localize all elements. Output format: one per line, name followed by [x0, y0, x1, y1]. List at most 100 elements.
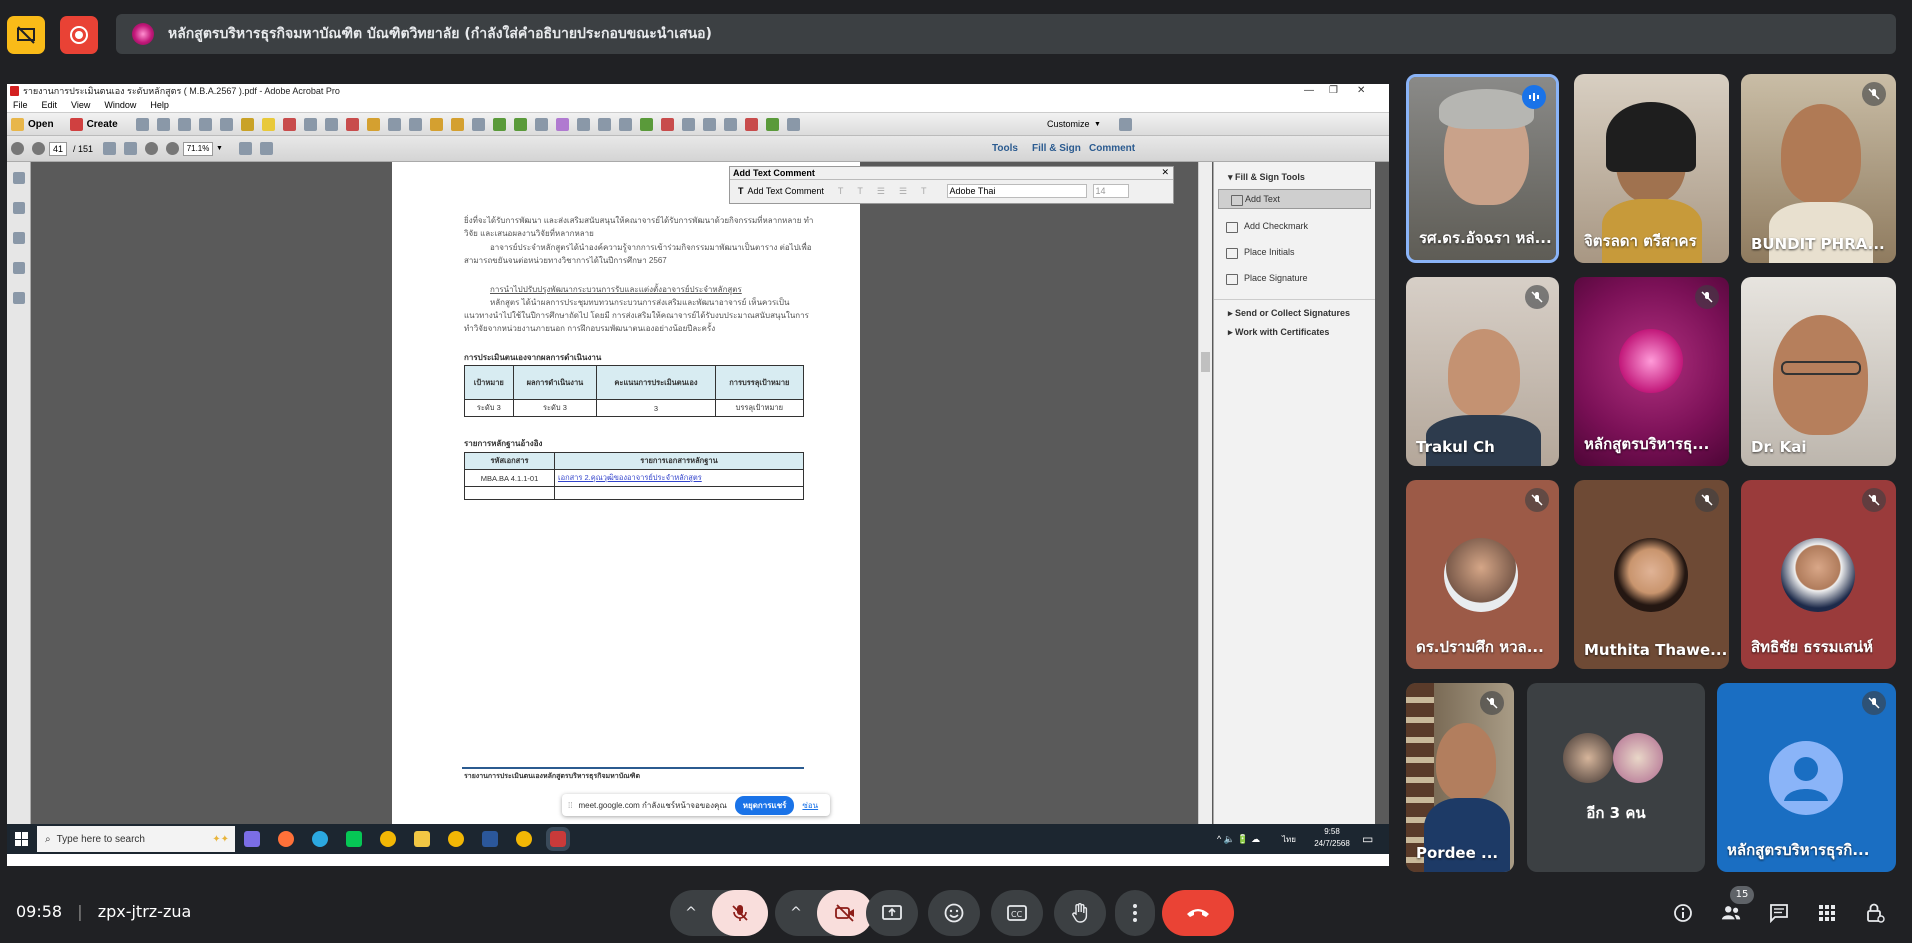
menu-view[interactable]: View	[71, 98, 90, 112]
cloud-icon[interactable]	[156, 117, 170, 131]
participant-tile[interactable]: รศ.ดร.อัจฉรา หล่...	[1406, 74, 1559, 263]
link-icon[interactable]	[660, 117, 674, 131]
fill-sign-tools-header[interactable]: ▾ Fill & Sign Tools	[1214, 162, 1375, 189]
paperclip-icon[interactable]	[723, 117, 737, 131]
windows-start-icon[interactable]	[15, 832, 29, 846]
expand-icon[interactable]	[1119, 117, 1132, 131]
layout-icon[interactable]	[597, 117, 611, 131]
host-controls-icon[interactable]	[1864, 902, 1886, 924]
tab-fill-sign[interactable]: Fill & Sign	[1032, 143, 1081, 154]
participant-tile[interactable]: BUNDIT PHRA...	[1741, 74, 1896, 263]
line-spacing-icon[interactable]: ☰	[877, 186, 885, 197]
participant-tile[interactable]: หลักสูตรบริหารธุ...	[1574, 277, 1729, 466]
protect-icon[interactable]	[744, 117, 758, 131]
convert-icon[interactable]	[492, 117, 506, 131]
open-button[interactable]: Open	[28, 119, 54, 130]
drag-handle-icon[interactable]: ⁞⁞	[568, 801, 572, 810]
split-icon[interactable]	[471, 117, 485, 131]
present-screen-button[interactable]	[866, 890, 918, 936]
arrow-down-icon[interactable]	[32, 142, 45, 155]
page-icon[interactable]	[303, 117, 317, 131]
participant-tile[interactable]: Muthita Thawe...	[1574, 480, 1729, 669]
participant-tile[interactable]: ดร.ปรามศึก หวล...	[1406, 480, 1559, 669]
captions-button[interactable]: CC	[991, 890, 1043, 936]
add-checkmark-tool[interactable]: Add Checkmark	[1214, 217, 1375, 235]
tab-comment[interactable]: Comment	[1089, 143, 1135, 154]
raise-hand-button[interactable]	[1054, 890, 1106, 936]
file-explorer-icon[interactable]	[414, 831, 430, 847]
taskbar-search-box[interactable]: ⌕ Type here to search ✦✦	[37, 826, 235, 852]
text-icon[interactable]	[618, 117, 632, 131]
bookmark-icon[interactable]	[702, 117, 716, 131]
work-with-certificates[interactable]: ▸ Work with Certificates	[1214, 323, 1375, 342]
edit-icon[interactable]	[198, 117, 212, 131]
recording-indicator-button[interactable]	[60, 16, 98, 54]
chat-icon[interactable]	[1768, 902, 1790, 924]
more-participants-tile[interactable]: อีก 3 คน	[1527, 683, 1705, 872]
mic-toggle-button[interactable]	[712, 890, 768, 936]
camera-options-chevron-icon[interactable]: ^	[775, 905, 817, 921]
redact-icon[interactable]	[345, 117, 359, 131]
form-icon[interactable]	[534, 117, 548, 131]
paragraph-spacing-icon[interactable]: ☰	[899, 186, 907, 197]
print-icon[interactable]	[177, 117, 191, 131]
leave-call-button[interactable]	[1162, 890, 1234, 936]
zoom-out-icon[interactable]	[145, 142, 159, 155]
acrobat-taskbar-icon[interactable]	[546, 827, 570, 851]
grid-icon[interactable]	[576, 117, 590, 131]
tab-tools[interactable]: Tools	[992, 143, 1018, 154]
menu-file[interactable]: File	[13, 98, 28, 112]
participant-tile[interactable]: Pordee ...	[1406, 683, 1514, 872]
chrome-icon[interactable]	[380, 831, 396, 847]
menu-edit[interactable]: Edit	[42, 98, 58, 112]
mic-options-chevron-icon[interactable]: ^	[670, 905, 712, 921]
word-icon[interactable]	[482, 831, 498, 847]
signatures-icon[interactable]	[12, 232, 25, 244]
close-icon[interactable]: ✕	[1357, 84, 1365, 98]
page-icon-2[interactable]	[324, 117, 338, 131]
presenting-indicator-button[interactable]	[7, 16, 45, 54]
fit-page-icon[interactable]	[238, 142, 252, 155]
edge-icon[interactable]	[312, 831, 328, 847]
hand-icon[interactable]	[124, 142, 138, 155]
zoom-input[interactable]: 71.1%	[183, 141, 214, 156]
chrome-icon-2[interactable]	[448, 831, 464, 847]
close-icon[interactable]: ✕	[1161, 167, 1169, 178]
page-thumbnails-icon[interactable]	[12, 172, 25, 184]
text-size-down-icon[interactable]: T	[857, 186, 863, 196]
firefox-icon[interactable]	[278, 831, 294, 847]
font-size-select[interactable]: 14	[1092, 184, 1129, 198]
chrome-icon-3[interactable]	[516, 831, 532, 847]
zoom-in-icon[interactable]	[166, 142, 180, 155]
email-icon[interactable]	[219, 117, 233, 131]
scrollbar-thumb[interactable]	[1201, 352, 1210, 372]
share-icon[interactable]	[765, 117, 779, 131]
reactions-button[interactable]	[928, 890, 980, 936]
menu-help[interactable]: Help	[150, 98, 169, 112]
create-button[interactable]: Create	[87, 119, 118, 130]
extract-icon[interactable]	[387, 117, 401, 131]
system-tray-icons[interactable]: ^ 🔈 🔋 ☁	[1217, 834, 1260, 845]
participant-tile[interactable]: หลักสูตรบริหารธุรกิ...	[1717, 683, 1896, 872]
camera-toggle-button[interactable]	[817, 890, 873, 936]
minimize-icon[interactable]: —	[1304, 84, 1314, 98]
text-color-icon[interactable]: T	[921, 186, 927, 196]
stop-sharing-button[interactable]: หยุดการแชร์	[734, 795, 795, 815]
image-icon[interactable]	[639, 117, 653, 131]
participant-tile[interactable]: Trakul Ch	[1406, 277, 1559, 466]
input-language[interactable]: ไทย	[1282, 833, 1296, 846]
stamp-icon[interactable]	[282, 117, 296, 131]
evidence-link[interactable]: เอกสาร 2.คุณวุฒิของอาจารย์ประจำหลักสูตร	[554, 469, 804, 487]
media-icon[interactable]	[555, 117, 569, 131]
attach-icon[interactable]	[681, 117, 695, 131]
full-screen-icon[interactable]	[259, 142, 273, 155]
copilot-icon[interactable]	[244, 831, 260, 847]
save-icon[interactable]	[135, 117, 149, 131]
more-options-button[interactable]	[1115, 890, 1155, 936]
hide-notice-link[interactable]: ซ่อน	[802, 799, 818, 812]
place-signature-tool[interactable]: Place Signature	[1214, 269, 1375, 287]
layers-icon[interactable]	[12, 262, 25, 274]
recycle-icon[interactable]	[513, 117, 527, 131]
notifications-icon[interactable]: ▭	[1362, 832, 1373, 846]
add-text-tool[interactable]: Add Text	[1218, 189, 1371, 209]
